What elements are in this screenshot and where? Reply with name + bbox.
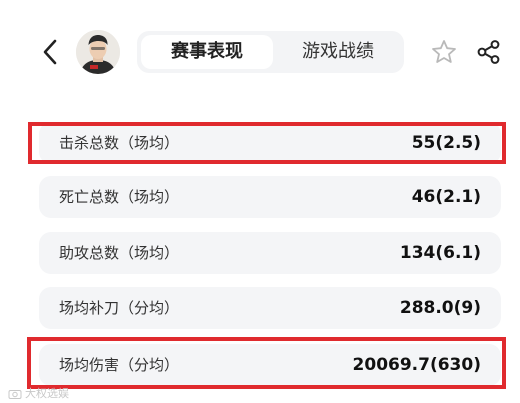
tab-game-record[interactable]: 游戏战绩 — [277, 35, 399, 69]
highlight-box-damage — [27, 337, 506, 389]
tab-match-performance[interactable]: 赛事表现 — [141, 35, 273, 69]
stat-row-assists: 助攻总数（场均） 134(6.1) — [39, 232, 501, 274]
star-icon — [432, 40, 456, 63]
stat-label: 死亡总数（场均） — [59, 188, 180, 206]
stat-value: 134(6.1) — [399, 243, 481, 263]
share-button[interactable] — [475, 38, 503, 66]
avatar-image — [76, 30, 120, 74]
highlight-box-kills — [28, 122, 506, 164]
stat-value: 46(2.1) — [411, 187, 481, 207]
stat-value: 288.0(9) — [399, 298, 481, 318]
top-bar: 赛事表现 游戏战绩 — [0, 0, 520, 100]
tab-switcher: 赛事表现 游戏战绩 — [137, 31, 404, 73]
share-icon — [477, 40, 500, 64]
watermark-text: 大权选娱 — [25, 387, 69, 400]
stat-row-last-hits: 场均补刀（分均） 288.0(9) — [39, 287, 501, 329]
stat-label: 助攻总数（场均） — [59, 244, 180, 262]
stat-label: 场均补刀（分均） — [59, 299, 180, 317]
chevron-left-icon — [43, 39, 57, 65]
watermark: 大权选娱 — [8, 385, 69, 401]
favorite-button[interactable] — [430, 38, 458, 66]
camera-watermark-icon — [8, 389, 22, 399]
stat-row-deaths: 死亡总数（场均） 46(2.1) — [39, 176, 501, 218]
back-button[interactable] — [36, 36, 64, 68]
player-avatar[interactable] — [76, 30, 120, 74]
